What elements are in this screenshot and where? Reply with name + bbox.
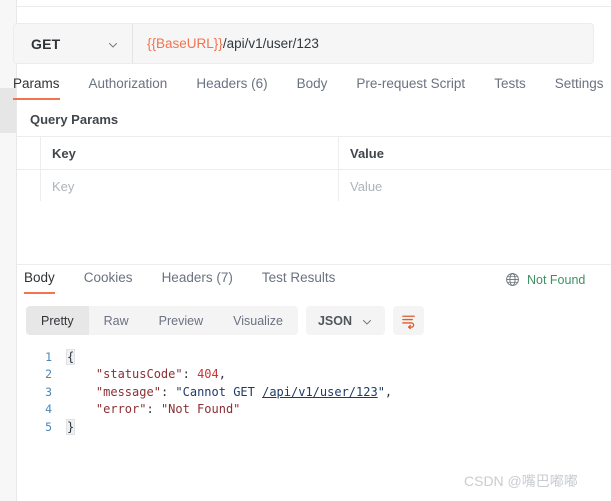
json-string-prefix: "Cannot GET	[175, 384, 263, 399]
format-segmented-control: Pretty Raw Preview Visualize	[26, 306, 298, 335]
row-checkbox[interactable]	[17, 170, 41, 202]
chevron-down-icon	[361, 315, 373, 327]
status-text: Not Found	[527, 272, 586, 287]
code-close-brace: }	[65, 418, 76, 435]
query-params-table: Key Value Key Value	[17, 136, 611, 203]
url-bar: GET {{BaseURL}}/api/v1/user/123	[13, 23, 594, 64]
json-comma: ,	[384, 384, 393, 399]
request-empty-area	[17, 201, 611, 265]
tab-params[interactable]: Params	[13, 76, 60, 100]
response-body-code[interactable]: 1 { 2 "statusCode": 404, 3 "message": "C…	[26, 348, 586, 436]
response-format-toolbar: Pretty Raw Preview Visualize JSON	[26, 306, 424, 335]
line-number: 5	[45, 419, 52, 434]
key-input[interactable]: Key	[41, 170, 339, 202]
top-divider	[17, 6, 611, 7]
code-line: 5 }	[26, 418, 586, 436]
json-comma: ,	[218, 367, 226, 382]
response-tab-test-results[interactable]: Test Results	[262, 270, 336, 294]
header-cell-key: Key	[41, 137, 339, 169]
response-tab-body[interactable]: Body	[24, 270, 55, 294]
json-number: 404	[197, 367, 219, 382]
url-input[interactable]: {{BaseURL}}/api/v1/user/123	[133, 24, 593, 63]
format-pretty[interactable]: Pretty	[26, 306, 89, 335]
globe-icon	[505, 272, 520, 287]
json-string: "Not Found"	[160, 402, 241, 417]
json-key: "statusCode"	[95, 367, 183, 382]
tab-body[interactable]: Body	[297, 76, 328, 100]
header-cell-checkbox	[17, 137, 41, 169]
json-key: "error"	[95, 402, 147, 417]
url-variable: {{BaseURL}}	[147, 36, 223, 51]
response-tab-headers-label: Headers (7)	[161, 270, 233, 285]
watermark: CSDN @嘴巴嘟嘟	[464, 473, 578, 489]
tab-pre-request-script[interactable]: Pre-request Script	[356, 76, 465, 100]
line-number: 3	[45, 384, 52, 399]
url-path: /api/v1/user/123	[222, 36, 319, 51]
request-tabs: Params Authorization Headers (6) Body Pr…	[13, 76, 603, 106]
chevron-down-icon	[107, 38, 119, 50]
tab-settings[interactable]: Settings	[555, 76, 604, 100]
tab-authorization[interactable]: Authorization	[89, 76, 168, 100]
line-number: 1	[45, 349, 52, 364]
format-raw[interactable]: Raw	[89, 306, 144, 335]
format-visualize[interactable]: Visualize	[218, 306, 298, 335]
code-line: 3 "message": "Cannot GET /api/v1/user/12…	[26, 383, 586, 401]
language-label: JSON	[317, 313, 352, 328]
header-cell-value: Value	[350, 145, 384, 161]
json-string-suffix: "	[377, 384, 385, 399]
query-params-title: Query Params	[30, 112, 119, 127]
json-key: "message"	[95, 384, 161, 399]
format-preview[interactable]: Preview	[144, 306, 218, 335]
response-tab-cookies[interactable]: Cookies	[84, 270, 133, 294]
wrap-text-icon[interactable]	[393, 306, 424, 335]
status-badge: 404 Not Found	[527, 273, 585, 287]
code-open-brace: {	[65, 348, 76, 365]
line-number: 2	[45, 367, 52, 382]
code-line: 1 {	[26, 348, 586, 366]
table-header-row: Key Value	[17, 137, 611, 170]
json-link[interactable]: /api/v1/user/123	[262, 385, 378, 399]
http-method-label: GET	[31, 35, 61, 52]
code-line: 4 "error": "Not Found"	[26, 401, 586, 419]
line-number: 4	[45, 402, 52, 417]
language-dropdown[interactable]: JSON	[305, 306, 385, 335]
tab-headers[interactable]: Headers (6)	[196, 76, 267, 100]
table-row[interactable]: Key Value	[17, 170, 611, 202]
tab-tests[interactable]: Tests	[494, 76, 526, 100]
http-method-dropdown[interactable]: GET	[14, 24, 133, 63]
value-input[interactable]: Value	[339, 170, 611, 202]
code-line: 2 "statusCode": 404,	[26, 366, 586, 384]
response-tab-headers[interactable]: Headers (7)	[162, 270, 233, 294]
tab-headers-label: Headers (6)	[196, 76, 268, 91]
response-status-area: 404 Not Found	[505, 272, 585, 287]
postman-request-response-pane: GET {{BaseURL}}/api/v1/user/123 Params A…	[0, 0, 611, 501]
